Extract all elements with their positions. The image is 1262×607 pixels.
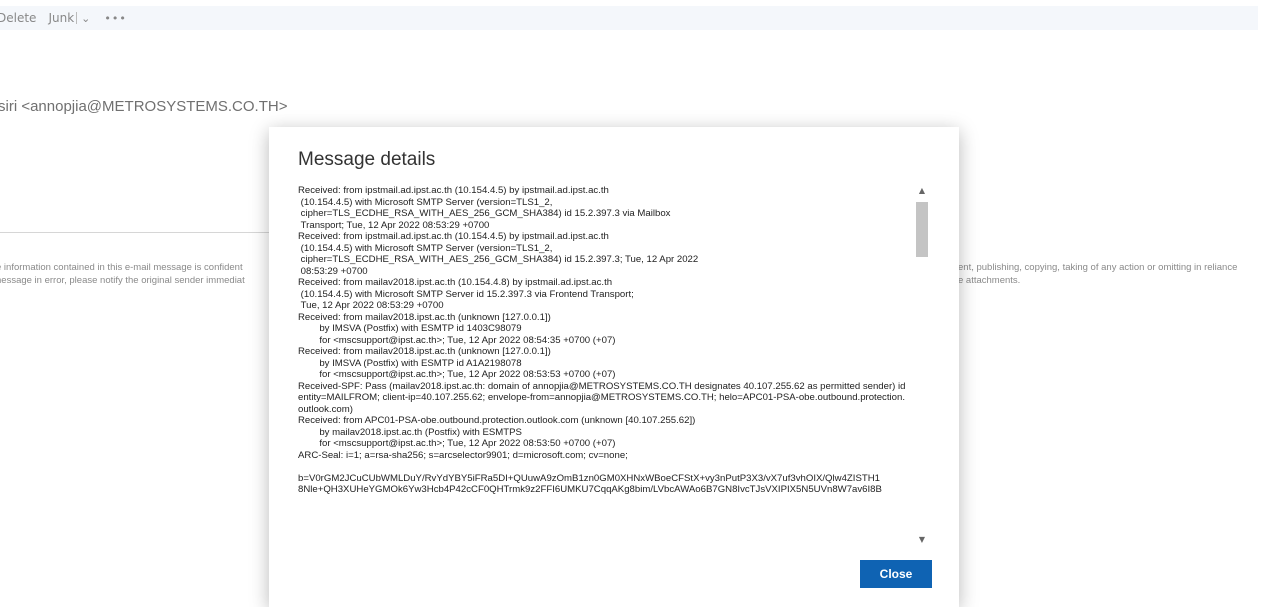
message-sender: siri <annopjia@METROSYSTEMS.CO.TH> [0,98,288,115]
disclaimer-left-line-2: nessage in error, please notify the orig… [0,275,245,286]
disclaimer-right: ent, publishing, copying, taking of any … [958,261,1262,287]
disclaimer-left-line-1: e information contained in this e-mail m… [0,262,243,273]
disclaimer-left: e information contained in this e-mail m… [0,261,266,287]
scroll-down-arrow-icon[interactable]: ▼ [915,534,929,546]
close-button[interactable]: Close [860,560,932,588]
disclaimer-right-line-2: e attachments. [958,275,1021,286]
toolbar-separator [76,12,78,24]
disclaimer-right-line-1: ent, publishing, copying, taking of any … [958,262,1238,273]
junk-dropdown-chevron-icon[interactable]: ⌄ [79,12,96,25]
message-toolbar: Delete Junk ⌄ ••• [0,6,1258,30]
headers-scroll-area[interactable]: Received: from ipstmail.ad.ipst.ac.th (1… [298,185,918,550]
message-headers-text: Received: from ipstmail.ad.ipst.ac.th (1… [298,185,906,495]
signature-divider [0,232,270,233]
more-actions-icon[interactable]: ••• [96,12,134,25]
scroll-up-arrow-icon[interactable]: ▲ [915,185,929,197]
delete-button[interactable]: Delete [0,11,42,25]
headers-scrollbar[interactable]: ▲ ▼ [915,185,929,546]
scrollbar-thumb[interactable] [916,202,928,257]
message-details-dialog: Message details Received: from ipstmail.… [269,127,959,607]
dialog-title: Message details [298,149,436,170]
junk-button[interactable]: Junk [42,11,80,25]
